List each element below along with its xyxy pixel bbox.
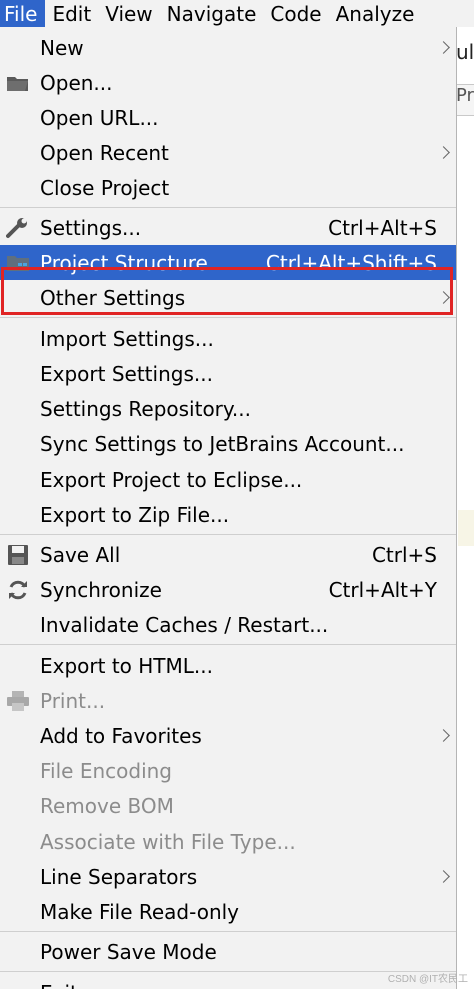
menu-item-project-structure[interactable]: Project Structure... Ctrl+Alt+Shift+S (0, 245, 456, 280)
menu-item-label: Other Settings (40, 285, 186, 310)
menu-item-file-encoding[interactable]: File Encoding (0, 753, 456, 788)
menu-item-label: Make File Read-only (40, 899, 240, 924)
menu-code[interactable]: Code (263, 0, 328, 27)
menu-item-open[interactable]: Open... (0, 65, 456, 100)
menu-item-label: Print... (40, 688, 106, 713)
menu-item-close-project[interactable]: Close Project (0, 170, 456, 205)
menu-item-label: Power Save Mode (40, 939, 217, 964)
shortcut-label: Ctrl+Alt+Shift+S (265, 250, 437, 275)
editor-highlight-stripe (458, 510, 474, 546)
menu-item-add-favorites[interactable]: Add to Favorites (0, 718, 456, 753)
menu-item-export-html[interactable]: Export to HTML... (0, 648, 456, 683)
menu-item-label: Project Structure... (40, 250, 227, 275)
submenu-arrow-icon (437, 146, 450, 159)
menu-item-other-settings[interactable]: Other Settings (0, 280, 456, 315)
menu-item-label: Line Separators (40, 864, 198, 889)
shortcut-label: Ctrl+Alt+S (328, 215, 437, 240)
menu-item-label: Open URL... (40, 105, 159, 130)
save-icon (5, 543, 31, 567)
menu-item-label: Open... (40, 70, 113, 95)
submenu-arrow-icon (437, 291, 450, 304)
menu-item-open-recent[interactable]: Open Recent (0, 135, 456, 170)
editor-area (456, 27, 474, 989)
menu-item-label: Export to HTML... (40, 653, 213, 678)
menu-item-export-zip[interactable]: Export to Zip File... (0, 497, 456, 532)
menu-item-label: Remove BOM (40, 793, 174, 818)
menu-item-print[interactable]: Print... (0, 683, 456, 718)
submenu-arrow-icon (437, 729, 450, 742)
menu-navigate[interactable]: Navigate (160, 0, 264, 27)
editor-tab2-fragment[interactable]: Pr (456, 84, 474, 116)
folder-icon (5, 71, 31, 95)
menu-item-label: New (40, 35, 84, 60)
menu-item-label: Associate with File Type... (40, 829, 296, 854)
menu-separator (0, 207, 456, 208)
menu-item-synchronize[interactable]: Synchronize Ctrl+Alt+Y (0, 572, 456, 607)
shortcut-label: Ctrl+S (371, 542, 437, 567)
menu-item-associate-file-type[interactable]: Associate with File Type... (0, 824, 456, 859)
menu-separator (0, 534, 456, 535)
menu-edit[interactable]: Edit (45, 0, 98, 27)
menu-item-label: Add to Favorites (40, 723, 202, 748)
menu-item-line-separators[interactable]: Line Separators (0, 859, 456, 894)
file-menu-popup: New Open... Open URL... Open Recent Clos… (0, 27, 457, 989)
watermark-text: CSDN @IT农民工 (387, 974, 468, 985)
menu-item-label: Open Recent (40, 140, 169, 165)
menu-item-label: Invalidate Caches / Restart... (40, 612, 329, 637)
menu-item-import-settings[interactable]: Import Settings... (0, 321, 456, 356)
menu-item-label: Export Settings... (40, 361, 213, 386)
menu-item-invalidate-caches[interactable]: Invalidate Caches / Restart... (0, 607, 456, 642)
project-structure-icon (5, 251, 31, 275)
menu-item-sync-settings[interactable]: Sync Settings to JetBrains Account... (0, 426, 456, 461)
menu-item-label: Export to Zip File... (40, 502, 230, 527)
menu-item-export-settings[interactable]: Export Settings... (0, 356, 456, 391)
menu-item-label: Export Project to Eclipse... (40, 467, 303, 492)
menu-analyze[interactable]: Analyze (329, 0, 422, 27)
menu-item-label: Close Project (40, 175, 170, 200)
wrench-icon (5, 216, 31, 240)
menu-item-label: Exit (40, 981, 78, 989)
menu-item-label: Save All (40, 542, 121, 567)
menu-item-new[interactable]: New (0, 30, 456, 65)
submenu-arrow-icon (437, 870, 450, 883)
menu-item-make-read-only[interactable]: Make File Read-only (0, 894, 456, 929)
menu-separator (0, 644, 456, 645)
menu-bar: File Edit View Navigate Code Analyze (0, 0, 474, 27)
menu-item-label: Synchronize (40, 577, 162, 602)
menu-separator (0, 931, 456, 932)
shortcut-label: Ctrl+Alt+Y (328, 577, 437, 602)
menu-item-label: Sync Settings to JetBrains Account... (40, 431, 405, 456)
menu-separator (0, 317, 456, 318)
sync-icon (5, 578, 31, 602)
menu-item-label: Settings Repository... (40, 396, 251, 421)
menu-item-open-url[interactable]: Open URL... (0, 100, 456, 135)
editor-tab-fragment[interactable]: ula (456, 40, 474, 64)
menu-item-label: Settings... (40, 215, 142, 240)
menu-item-power-save-mode[interactable]: Power Save Mode (0, 934, 456, 969)
menu-item-settings[interactable]: Settings... Ctrl+Alt+S (0, 210, 456, 245)
menu-item-save-all[interactable]: Save All Ctrl+S (0, 537, 456, 572)
menu-item-label: File Encoding (40, 758, 172, 783)
menu-item-remove-bom[interactable]: Remove BOM (0, 788, 456, 823)
submenu-arrow-icon (437, 41, 450, 54)
menu-item-export-eclipse[interactable]: Export Project to Eclipse... (0, 462, 456, 497)
menu-item-settings-repository[interactable]: Settings Repository... (0, 391, 456, 426)
menu-item-label: Import Settings... (40, 326, 214, 351)
printer-icon (5, 689, 31, 713)
menu-view[interactable]: View (98, 0, 159, 27)
menu-file[interactable]: File (0, 0, 46, 27)
